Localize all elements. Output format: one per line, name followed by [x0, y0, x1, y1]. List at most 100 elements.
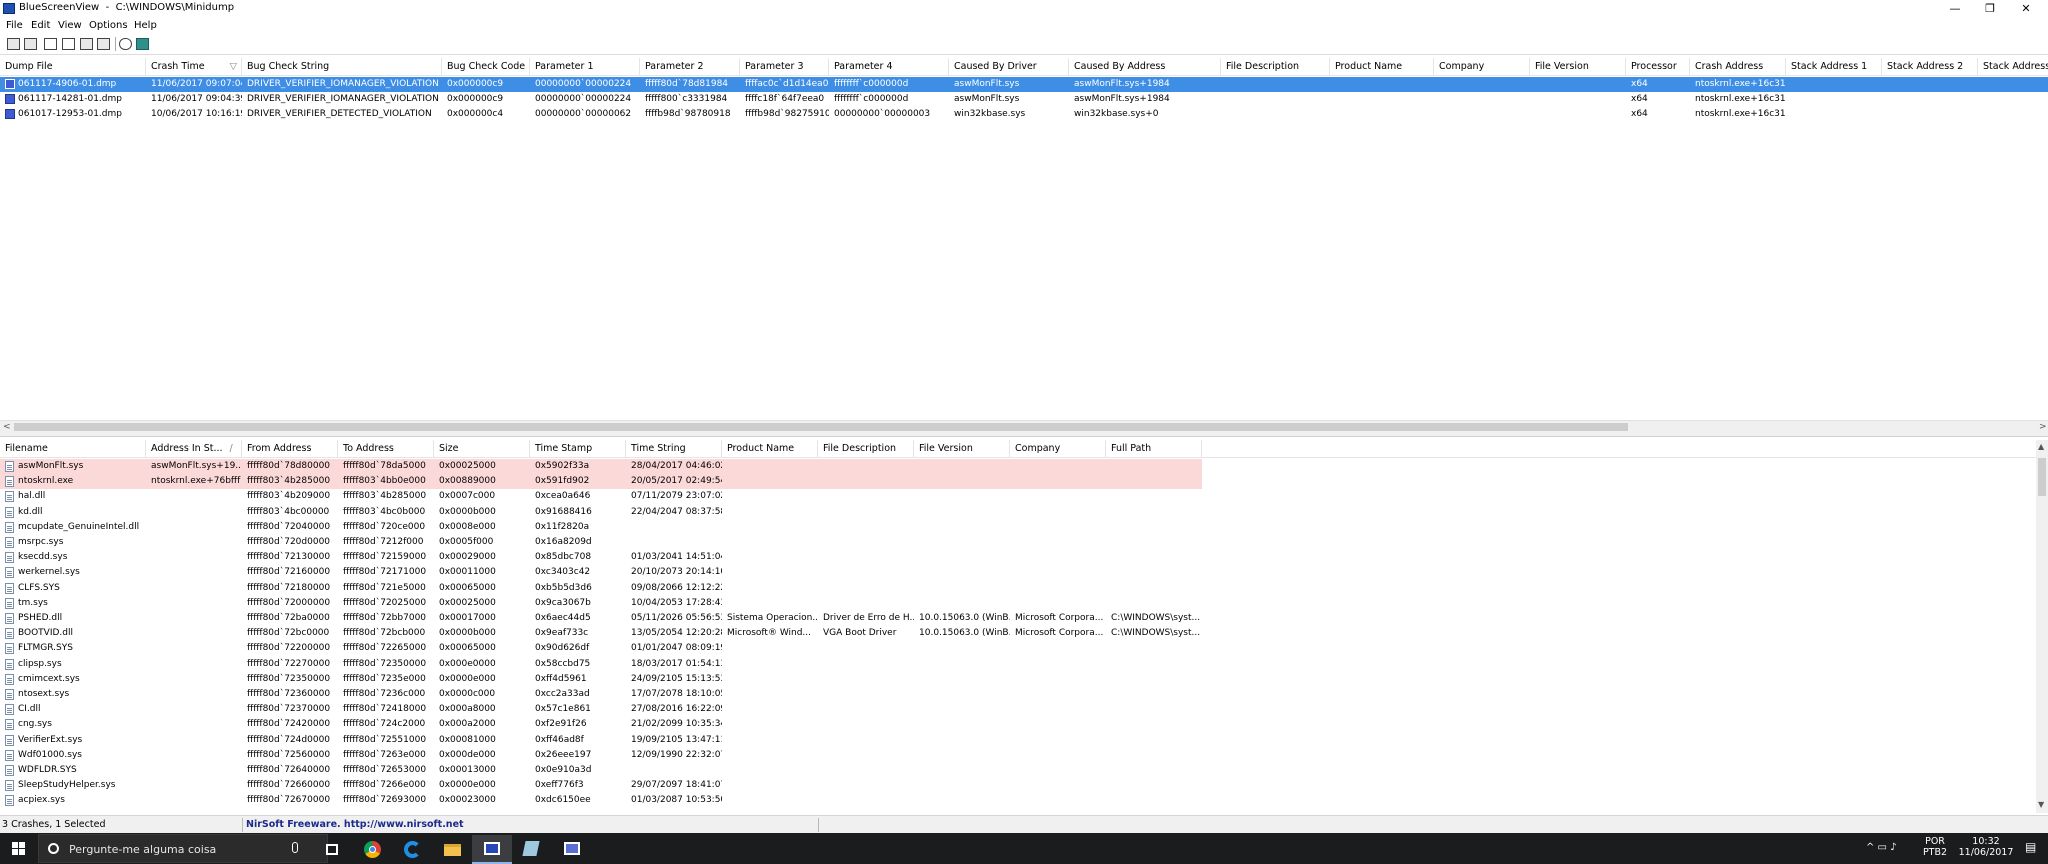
- taskbar-clock[interactable]: 10:32 11/06/2017: [1956, 836, 2016, 858]
- column-file-version[interactable]: File Version: [914, 440, 1010, 457]
- menu-view[interactable]: View: [58, 20, 82, 31]
- column-dump-file[interactable]: Dump File: [0, 58, 146, 75]
- driver-row[interactable]: VerifierExt.sys fffff80d`724d0000 fffff80d…: [0, 733, 2036, 748]
- driver-row[interactable]: tm.sys fffff80d`72000000 fffff80d`72025000…: [0, 596, 2036, 611]
- nirsoft-link[interactable]: NirSoft Freeware. http://www.nirsoft.net: [246, 819, 464, 830]
- file-version: [914, 459, 1010, 474]
- driver-row[interactable]: cmimcext.sys fffff80d`72350000 fffff80d`72…: [0, 672, 2036, 687]
- column-company[interactable]: Company: [1010, 440, 1106, 457]
- column-file-version[interactable]: File Version: [1530, 58, 1626, 75]
- driver-row[interactable]: cng.sys fffff80d`72420000 fffff80d`724c200…: [0, 717, 2036, 732]
- column-size[interactable]: Size: [434, 440, 530, 457]
- pane-splitter[interactable]: [0, 432, 2048, 437]
- menu-help[interactable]: Help: [134, 20, 157, 31]
- column-time-string[interactable]: Time String: [626, 440, 722, 457]
- column-caused-by-address[interactable]: Caused By Address: [1069, 58, 1221, 75]
- crash-row[interactable]: 061017-12953-01.dmp 10/06/2017 10:16:19 …: [0, 107, 2048, 122]
- column-parameter-1[interactable]: Parameter 1: [530, 58, 640, 75]
- column-file-description[interactable]: File Description: [818, 440, 914, 457]
- app-icon[interactable]: [512, 835, 552, 864]
- column-caused-by-driver[interactable]: Caused By Driver: [949, 58, 1069, 75]
- exit-icon[interactable]: [136, 38, 149, 50]
- driver-row[interactable]: CLFS.SYS fffff80d`72180000 fffff80d`721e50…: [0, 581, 2036, 596]
- crash-row[interactable]: 061117-4906-01.dmp 11/06/2017 09:07:04 D…: [0, 77, 2048, 92]
- driver-row[interactable]: FLTMGR.SYS fffff80d`72200000 fffff80d`7226…: [0, 641, 2036, 656]
- scrollbar-thumb[interactable]: [14, 423, 1628, 431]
- driver-row[interactable]: ksecdd.sys fffff80d`72130000 fffff80d`7215…: [0, 550, 2036, 565]
- column-product-name[interactable]: Product Name: [722, 440, 818, 457]
- driver-row[interactable]: PSHED.dll fffff80d`72ba0000 fffff80d`72bb7…: [0, 611, 2036, 626]
- action-center-icon[interactable]: ▤: [2025, 840, 2036, 854]
- app-icon-2[interactable]: [552, 835, 592, 864]
- column-crash-time[interactable]: Crash Time ▽: [146, 58, 242, 75]
- html-report-icon[interactable]: [80, 38, 93, 50]
- column-product-name[interactable]: Product Name: [1330, 58, 1434, 75]
- driver-list-vertical-scrollbar[interactable]: ▲ ▼: [2036, 440, 2048, 813]
- size: 0x00011000: [439, 567, 496, 578]
- driver-row[interactable]: CI.dll fffff80d`72370000 fffff80d`72418000…: [0, 702, 2036, 717]
- scrollbar-thumb[interactable]: [2038, 458, 2046, 496]
- driver-row[interactable]: WDFLDR.SYS fffff80d`72640000 fffff80d`7265…: [0, 763, 2036, 778]
- column-bug-check-string[interactable]: Bug Check String: [242, 58, 442, 75]
- taskbar-search-box[interactable]: Pergunte-me alguma coisa: [38, 834, 328, 863]
- properties-icon[interactable]: [44, 38, 57, 50]
- column-crash-address[interactable]: Crash Address: [1690, 58, 1786, 75]
- close-button[interactable]: ✕: [2003, 0, 2048, 18]
- column-parameter-3[interactable]: Parameter 3: [740, 58, 829, 75]
- driver-row[interactable]: ntosext.sys fffff80d`72360000 fffff80d`723…: [0, 687, 2036, 702]
- driver-row[interactable]: aswMonFlt.sys aswMonFlt.sys+19... fffff80d…: [0, 459, 2036, 474]
- column-full-path[interactable]: Full Path: [1106, 440, 1202, 457]
- file-description: [818, 596, 914, 611]
- menu-file[interactable]: File: [6, 20, 23, 31]
- bluescreenview-app-icon: [3, 3, 15, 14]
- column-parameter-4[interactable]: Parameter 4: [829, 58, 949, 75]
- copy-icon[interactable]: [62, 38, 75, 50]
- column-file-description[interactable]: File Description: [1221, 58, 1330, 75]
- scroll-down-icon[interactable]: ▼: [2038, 800, 2044, 809]
- driver-row[interactable]: kd.dll fffff803`4bc00000 fffff803`4bc0b000…: [0, 505, 2036, 520]
- driver-row[interactable]: SleepStudyHelper.sys fffff80d`72660000 fff…: [0, 778, 2036, 793]
- driver-row[interactable]: Wdf01000.sys fffff80d`72560000 fffff80d`72…: [0, 748, 2036, 763]
- column-filename[interactable]: Filename: [0, 440, 146, 457]
- system-tray-icons[interactable]: ^ ▭ ♪: [1866, 842, 1897, 853]
- driver-row[interactable]: msrpc.sys fffff80d`720d0000 fffff80d`7212f…: [0, 535, 2036, 550]
- driver-row[interactable]: acpiex.sys fffff80d`72670000 fffff80d`7269…: [0, 793, 2036, 808]
- product-name: [722, 748, 818, 763]
- crash-row[interactable]: 061117-14281-01.dmp 11/06/2017 09:04:39 …: [0, 92, 2048, 107]
- microphone-icon[interactable]: [292, 842, 298, 853]
- driver-row[interactable]: hal.dll fffff803`4b209000 fffff803`4b28500…: [0, 489, 2036, 504]
- keyboard-language[interactable]: POR PTB2: [1922, 836, 1948, 858]
- windows-start-icon[interactable]: [12, 842, 26, 856]
- column-parameter-2[interactable]: Parameter 2: [640, 58, 740, 75]
- column-bug-check-code[interactable]: Bug Check Code: [442, 58, 530, 75]
- column-processor[interactable]: Processor: [1626, 58, 1690, 75]
- column-time-stamp[interactable]: Time Stamp: [530, 440, 626, 457]
- menu-options[interactable]: Options: [89, 20, 128, 31]
- edge-icon[interactable]: [392, 835, 432, 864]
- column-stack-address-3[interactable]: Stack Address 3: [1978, 58, 2048, 75]
- print-icon[interactable]: [97, 38, 110, 50]
- column-to-address[interactable]: To Address: [338, 440, 434, 457]
- driver-row[interactable]: ntoskrnl.exe ntoskrnl.exe+76bfff fffff803`…: [0, 474, 2036, 490]
- save-icon[interactable]: [7, 38, 20, 50]
- company: [1010, 505, 1106, 520]
- driver-row[interactable]: mcupdate_GenuineIntel.dll fffff80d`720400…: [0, 520, 2036, 535]
- column-stack-address-2[interactable]: Stack Address 2: [1882, 58, 1978, 75]
- scroll-up-icon[interactable]: ▲: [2038, 442, 2044, 451]
- driver-row[interactable]: clipsp.sys fffff80d`72270000 fffff80d`7235…: [0, 657, 2036, 672]
- find-icon[interactable]: [119, 38, 132, 50]
- driver-row[interactable]: werkernel.sys fffff80d`72160000 fffff80d`7…: [0, 565, 2036, 580]
- column-company[interactable]: Company: [1434, 58, 1530, 75]
- task-view-icon[interactable]: [312, 835, 352, 864]
- column-from-address[interactable]: From Address: [242, 440, 338, 457]
- column-address-in-stack[interactable]: Address In St... /: [146, 440, 242, 457]
- driver-row[interactable]: BOOTVID.dll fffff80d`72bc0000 fffff80d`72b…: [0, 626, 2036, 641]
- menu-edit[interactable]: Edit: [31, 20, 50, 31]
- column-stack-address-1[interactable]: Stack Address 1: [1786, 58, 1882, 75]
- file-explorer-icon[interactable]: [432, 835, 472, 864]
- product-name: [722, 535, 818, 550]
- save-selected-icon[interactable]: [24, 38, 37, 50]
- bluescreenview-taskbar-button[interactable]: [472, 835, 512, 864]
- to-address: fffff80d`721e5000: [343, 582, 426, 593]
- chrome-icon[interactable]: [352, 835, 392, 864]
